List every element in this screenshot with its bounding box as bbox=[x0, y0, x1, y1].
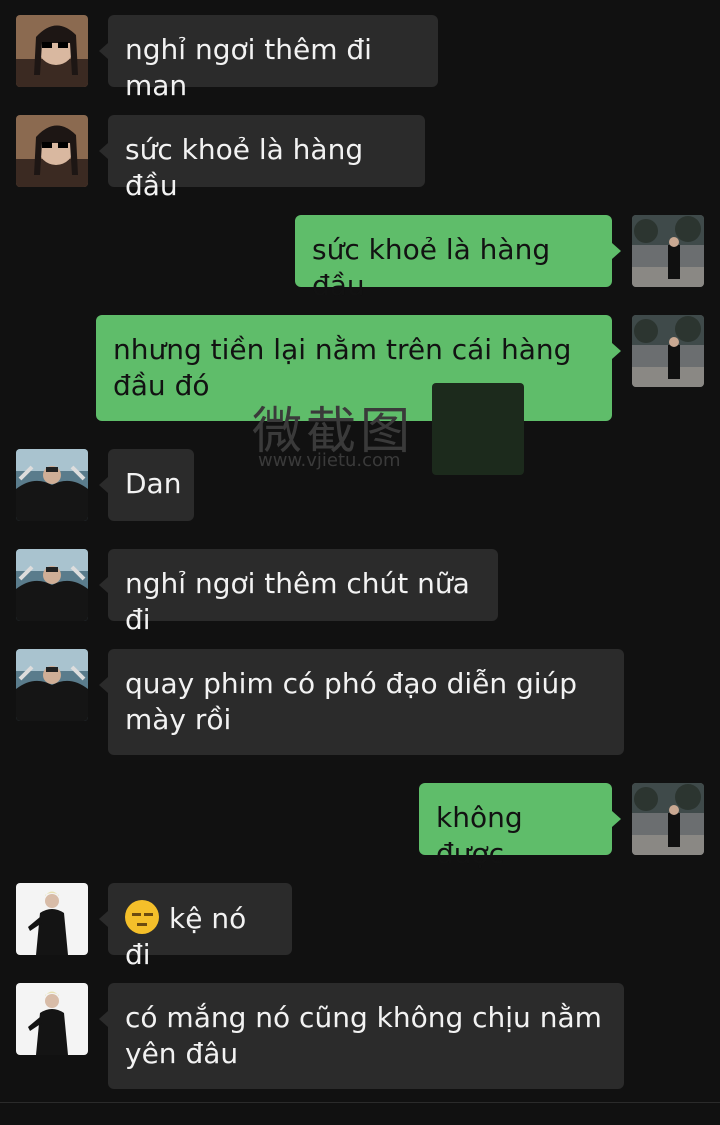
message-bubble[interactable]: Dan bbox=[99, 449, 194, 521]
message-text: sức khoẻ là hàng đầu bbox=[312, 233, 551, 302]
message-bubble[interactable]: quay phim có phó đạo diễn giúp mày rồi bbox=[99, 649, 624, 755]
divider bbox=[0, 1102, 720, 1103]
watermark-url: www.vjietu.com bbox=[258, 450, 401, 471]
message-bubble[interactable]: nghỉ ngơi thêm đi man bbox=[99, 15, 438, 102]
sweat-smile-emoji bbox=[125, 900, 159, 934]
avatar-sunglasses-icon[interactable] bbox=[16, 15, 88, 87]
message-bubble[interactable]: nhưng tiền lại nằm trên cái hàng đầu đó bbox=[96, 315, 621, 421]
avatar-street-icon[interactable] bbox=[632, 315, 704, 387]
avatar-group-icon[interactable] bbox=[16, 549, 88, 621]
message-bubble[interactable]: không được bbox=[419, 783, 621, 870]
message-text: Dan bbox=[125, 467, 182, 500]
message-bubble[interactable]: sức khoẻ là hàng đầu bbox=[295, 215, 621, 302]
avatar-suit-icon[interactable] bbox=[16, 883, 88, 955]
avatar-sunglasses-icon[interactable] bbox=[16, 115, 88, 187]
message-text: có mắng nó cũng không chịu nằm yên đâu bbox=[125, 1001, 602, 1070]
chat-thread: nghỉ ngơi thêm đi man sức khoẻ là hàng đ… bbox=[0, 0, 720, 1125]
message-text: nhưng tiền lại nằm trên cái hàng đầu đó bbox=[113, 333, 572, 402]
message-text: nghỉ ngơi thêm chút nữa đi bbox=[125, 567, 470, 636]
message-text: không được bbox=[436, 801, 523, 870]
avatar-group-icon[interactable] bbox=[16, 449, 88, 521]
message-bubble[interactable]: kệ nó đi bbox=[99, 883, 292, 971]
message-bubble[interactable]: sức khoẻ là hàng đầu bbox=[99, 115, 425, 202]
avatar-street-icon[interactable] bbox=[632, 783, 704, 855]
message-text: quay phim có phó đạo diễn giúp mày rồi bbox=[125, 667, 578, 736]
message-bubble[interactable]: nghỉ ngơi thêm chút nữa đi bbox=[99, 549, 498, 636]
avatar-suit-icon[interactable] bbox=[16, 983, 88, 1055]
avatar-street-icon[interactable] bbox=[632, 215, 704, 287]
message-text: nghỉ ngơi thêm đi man bbox=[125, 33, 372, 102]
message-bubble[interactable]: có mắng nó cũng không chịu nằm yên đâu bbox=[99, 983, 624, 1089]
avatar-group-icon[interactable] bbox=[16, 649, 88, 721]
message-text: sức khoẻ là hàng đầu bbox=[125, 133, 364, 202]
